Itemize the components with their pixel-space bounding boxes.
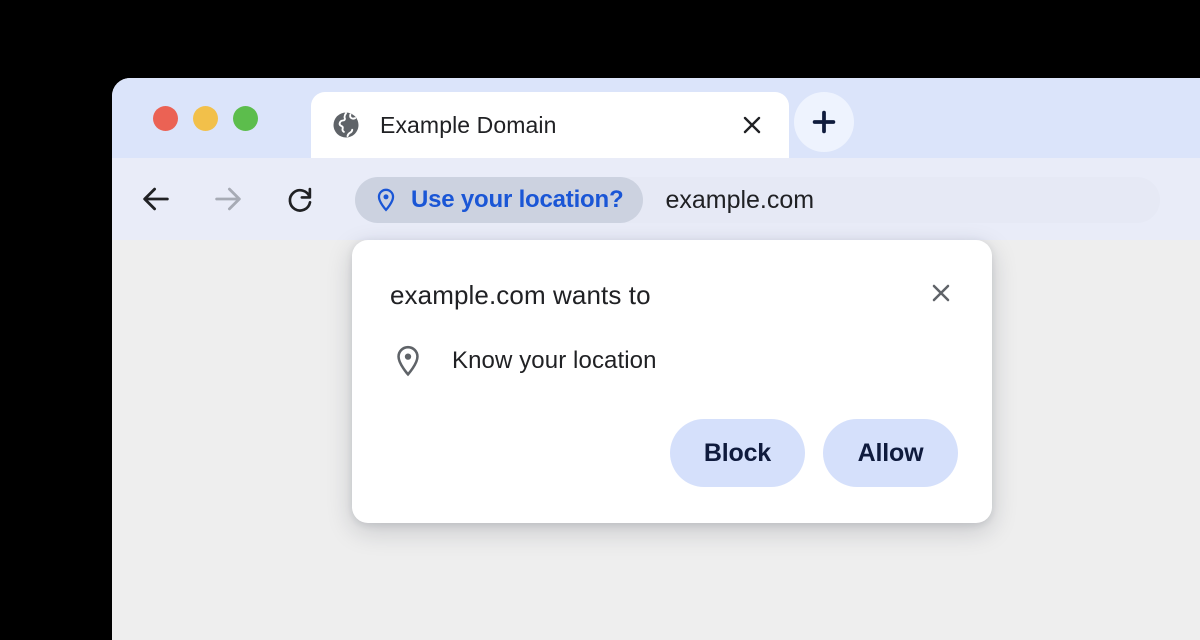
- dialog-close-icon[interactable]: [924, 276, 958, 310]
- forward-button[interactable]: [206, 177, 250, 221]
- dialog-actions: Block Allow: [669, 419, 958, 487]
- address-bar-url: example.com: [665, 185, 815, 214]
- window-close-button[interactable]: [153, 106, 178, 131]
- new-tab-button[interactable]: [794, 92, 854, 152]
- location-permission-chip-label: Use your location?: [411, 186, 624, 213]
- window-traffic-lights: [153, 106, 258, 131]
- dialog-title: example.com wants to: [390, 280, 651, 310]
- tab-title: Example Domain: [380, 111, 557, 138]
- browser-tab[interactable]: Example Domain: [311, 92, 789, 158]
- tab-close-icon[interactable]: [737, 110, 767, 140]
- window-maximize-button[interactable]: [233, 106, 258, 131]
- location-pin-icon: [377, 188, 395, 212]
- dialog-permission-label: Know your location: [452, 347, 657, 374]
- arrow-left-icon: [143, 187, 169, 211]
- reload-button[interactable]: [278, 177, 322, 221]
- screenshot-stage: Example Domain Use your location? exampl…: [0, 0, 1200, 640]
- location-pin-icon: [397, 345, 419, 377]
- arrow-right-icon: [215, 187, 241, 211]
- reload-icon: [288, 187, 312, 212]
- window-minimize-button[interactable]: [193, 106, 218, 131]
- globe-icon: [333, 112, 359, 138]
- dialog-header: example.com wants to: [390, 280, 958, 311]
- address-bar[interactable]: Use your location? example.com: [355, 177, 1160, 223]
- location-permission-dialog: example.com wants to Know your location …: [352, 240, 992, 523]
- tab-strip: Example Domain: [112, 78, 1200, 158]
- block-button[interactable]: Block: [669, 419, 805, 487]
- browser-toolbar: Use your location? example.com: [112, 158, 1200, 240]
- back-button[interactable]: [134, 177, 178, 221]
- location-permission-chip[interactable]: Use your location?: [355, 177, 644, 223]
- allow-button[interactable]: Allow: [823, 419, 958, 487]
- plus-icon: [812, 110, 836, 134]
- dialog-permission-row: Know your location: [390, 343, 657, 379]
